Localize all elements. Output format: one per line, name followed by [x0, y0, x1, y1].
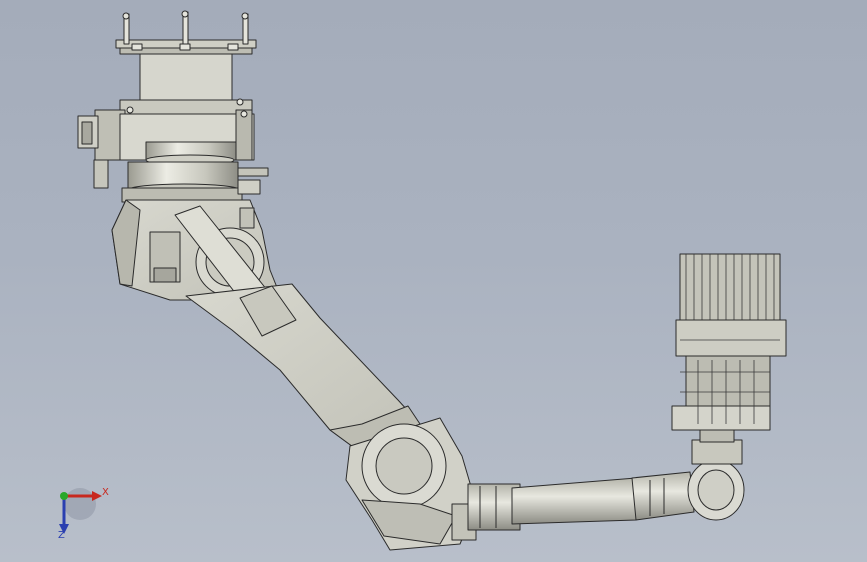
coordinate-triad	[59, 488, 102, 534]
mounting-plate	[115, 10, 257, 55]
robot-arm-model[interactable]	[0, 0, 867, 562]
z-axis-label: Z	[58, 530, 65, 541]
cad-graphics-viewport[interactable]: X Z	[0, 0, 867, 562]
forearm	[467, 471, 695, 531]
upper-arm	[185, 283, 421, 453]
end-effector	[671, 253, 787, 431]
x-axis-label: X	[102, 487, 109, 498]
wrist-joint	[687, 427, 745, 521]
